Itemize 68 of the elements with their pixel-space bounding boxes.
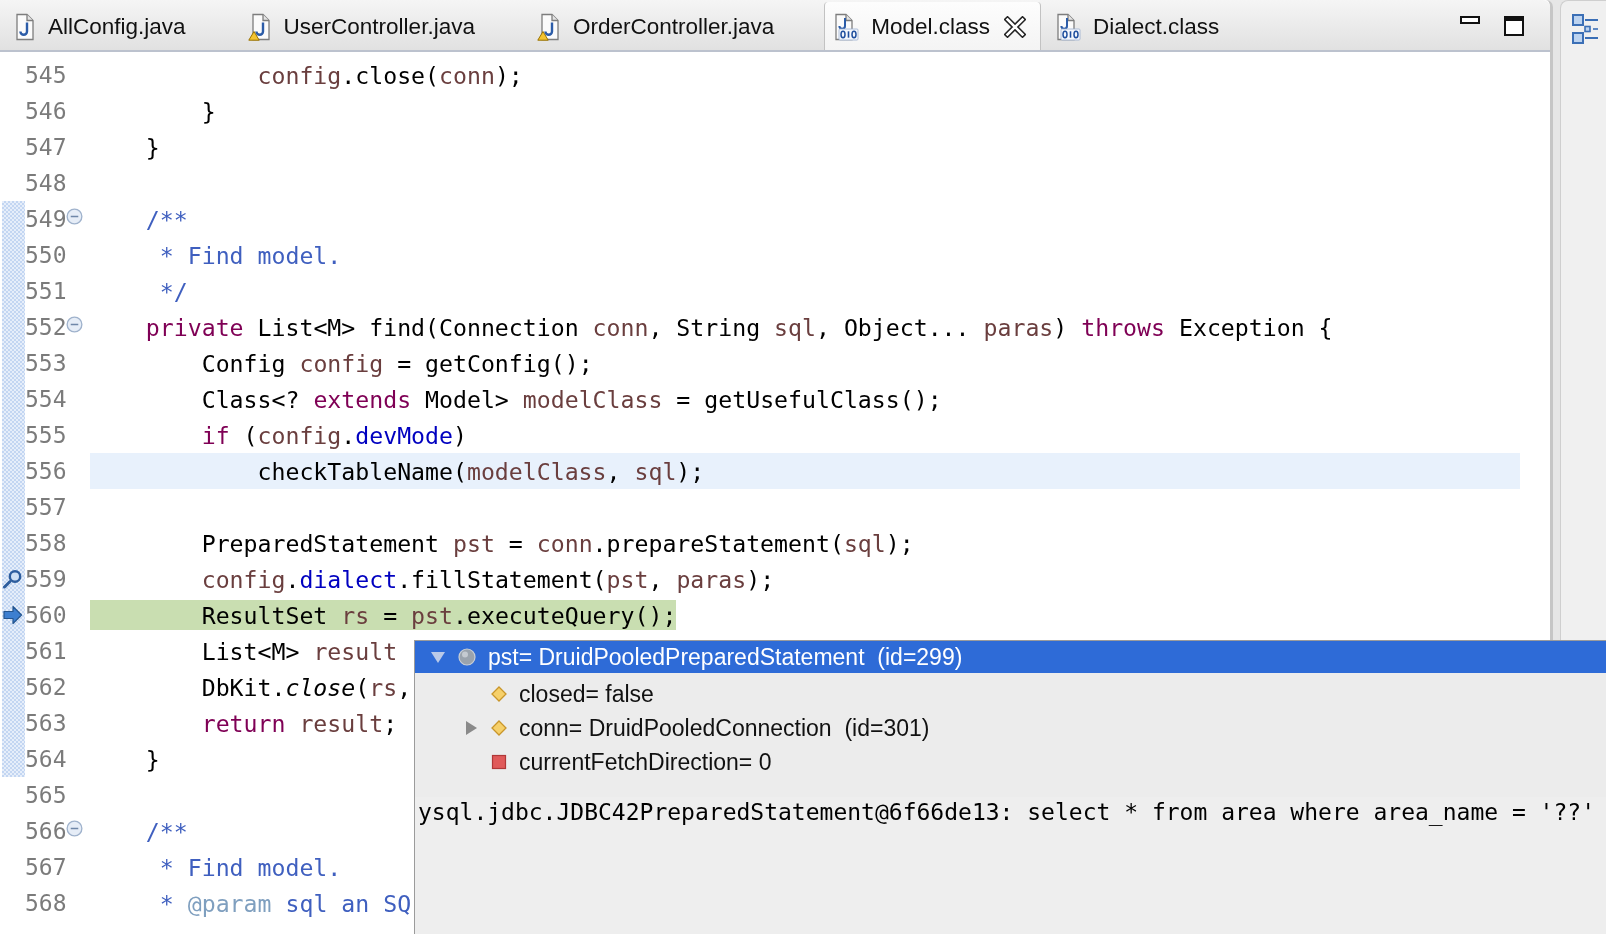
line-number: 555 xyxy=(25,421,66,450)
square-icon xyxy=(491,754,507,770)
editor-tab[interactable]: Dialect.class xyxy=(1041,0,1270,50)
code-line: checkTableName(modelClass, sql); xyxy=(257,457,705,485)
line-number: 558 xyxy=(25,529,66,558)
editor-tab[interactable]: AllConfig.java xyxy=(0,0,236,50)
tree-row[interactable]: currentFetchDirection= 0 xyxy=(415,745,780,779)
collapse-icon[interactable] xyxy=(66,315,83,333)
collapsed-triangle-icon[interactable] xyxy=(463,720,479,736)
code-line: * Find model. xyxy=(159,241,342,269)
line-number: 547 xyxy=(25,133,66,162)
line-number: 562 xyxy=(25,673,66,702)
code-line: PreparedStatement pst = conn.prepareStatement(sql); xyxy=(201,529,914,557)
line-number: 546 xyxy=(25,97,66,126)
line-number: 552 xyxy=(25,313,66,342)
code-line: Class<? extends Model> modelClass = getUsefulClass(); xyxy=(201,385,942,413)
line-number: 560 xyxy=(25,601,66,630)
circle-icon xyxy=(458,648,476,666)
line-number: 554 xyxy=(25,385,66,414)
line-number: 557 xyxy=(25,493,66,522)
code-line: /** xyxy=(145,205,188,233)
line-number: 556 xyxy=(25,457,66,486)
code-line: List<M> result xyxy=(201,637,398,665)
code-line: if (config.devMode) xyxy=(201,421,467,449)
code-line: DbKit.close(rs, xyxy=(201,673,412,701)
line-number: 551 xyxy=(25,277,66,306)
line-number: 567 xyxy=(25,853,66,882)
maximize-icon[interactable] xyxy=(1504,16,1524,36)
detail-text: ysql.jdbc.JDBC42PreparedStatement@6f66de13: select * from area where area_name = '??' xyxy=(418,799,1595,825)
line-number: 559 xyxy=(25,565,66,594)
editor-tab[interactable]: UserController.java xyxy=(235,0,525,50)
collapse-icon[interactable] xyxy=(66,207,83,225)
line-number: 545 xyxy=(25,61,66,90)
tree-row[interactable]: conn= DruidPooledConnection (id=301) xyxy=(415,711,938,745)
line-number: 548 xyxy=(25,169,66,198)
editor-tab[interactable]: OrderController.java xyxy=(524,0,825,50)
tree-row[interactable]: closed= false xyxy=(415,677,662,711)
outline-view-icon[interactable] xyxy=(1572,14,1599,44)
line-number: 566 xyxy=(25,817,66,846)
line-number: 563 xyxy=(25,709,66,738)
code-line: } xyxy=(145,745,160,773)
editor-tab[interactable]: Model.class xyxy=(824,2,1042,50)
diamond-icon xyxy=(491,720,507,736)
code-line: config.close(conn); xyxy=(257,61,523,89)
tree-row[interactable]: pst= DruidPooledPreparedStatement (id=299) xyxy=(415,641,1606,673)
code-line: * @param sql an SQ xyxy=(159,889,412,917)
line-number: 568 xyxy=(25,889,66,918)
code-line: } xyxy=(145,133,160,161)
line-number: 549 xyxy=(25,205,66,234)
line-number: 565 xyxy=(25,781,66,810)
code-line: */ xyxy=(159,277,188,305)
line-number: 564 xyxy=(25,745,66,774)
expanded-triangle-icon[interactable] xyxy=(430,649,446,665)
code-line: Config config = getConfig(); xyxy=(201,349,593,377)
close-icon[interactable] xyxy=(1004,16,1027,38)
line-number: 561 xyxy=(25,637,66,666)
code-line: } xyxy=(201,97,216,125)
code-line: config.dialect.fillStatement(pst, paras); xyxy=(201,565,775,593)
line-number: 550 xyxy=(25,241,66,270)
line-number: 553 xyxy=(25,349,66,378)
minimize-icon[interactable] xyxy=(1460,16,1480,24)
collapse-icon[interactable] xyxy=(66,819,83,837)
code-line: private List<M> find(Connection conn, String sql, Object... paras) throws Exception { xyxy=(145,313,1333,341)
diamond-icon xyxy=(491,686,507,702)
code-line: * Find model. xyxy=(159,853,342,881)
code-line: return result; xyxy=(201,709,398,737)
code-line: /** xyxy=(145,817,188,845)
code-line: ResultSet rs = pst.executeQuery(); xyxy=(201,601,677,629)
